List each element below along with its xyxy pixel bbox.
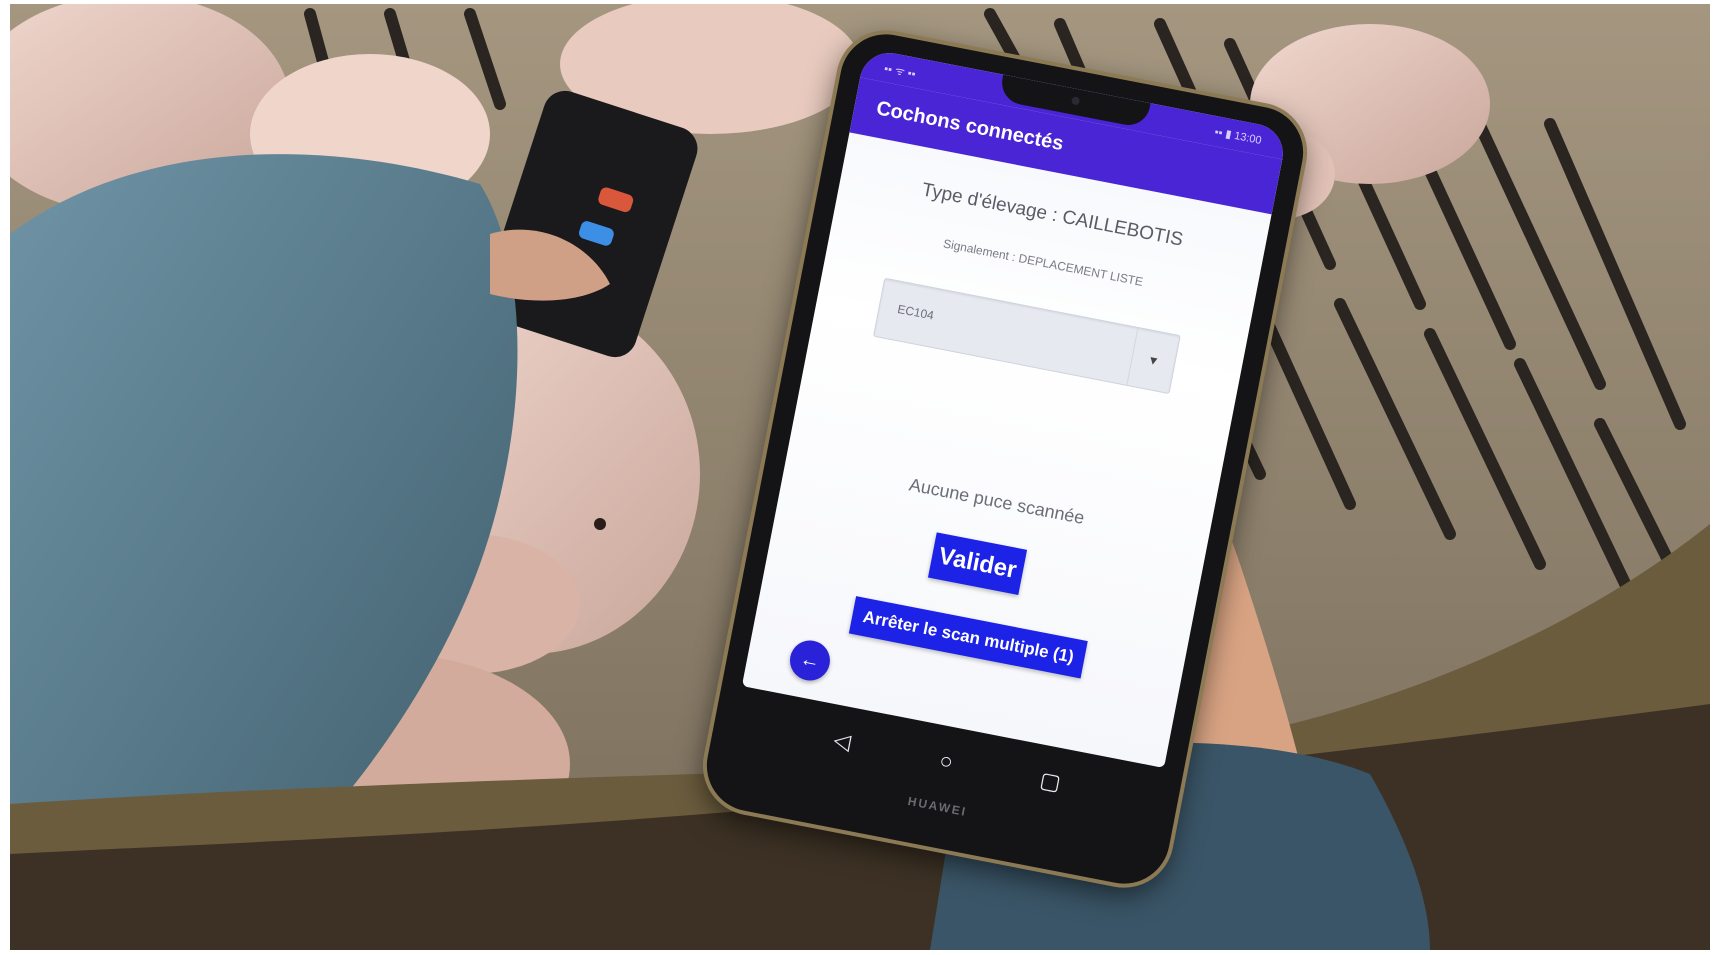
status-left: ▪▪ ᯤ ▪▪ <box>883 62 917 81</box>
photo: ▪▪ ᯤ ▪▪ ▪▪ ▮ 13:00 Cochons connectés Typ… <box>10 4 1710 950</box>
nav-recent-icon[interactable]: ▢ <box>1031 764 1070 800</box>
nav-back-icon[interactable]: ◁ <box>823 723 862 759</box>
back-arrow-icon[interactable]: ← <box>786 637 834 684</box>
chevron-down-icon[interactable]: ▼ <box>1126 327 1180 394</box>
status-right: ▪▪ ▮ 13:00 <box>1213 126 1263 147</box>
front-camera-icon <box>1070 96 1081 106</box>
no-chip-scanned-message: Aucune puce scannée <box>907 474 1087 529</box>
nav-home-icon[interactable]: ○ <box>927 743 966 779</box>
pen-select[interactable]: EC104 ▼ <box>872 277 1181 395</box>
pen-select-value: EC104 <box>896 301 936 323</box>
stop-multi-scan-button[interactable]: Arrêter le scan multiple (1) <box>848 596 1088 679</box>
validate-button[interactable]: Valider <box>927 532 1028 596</box>
